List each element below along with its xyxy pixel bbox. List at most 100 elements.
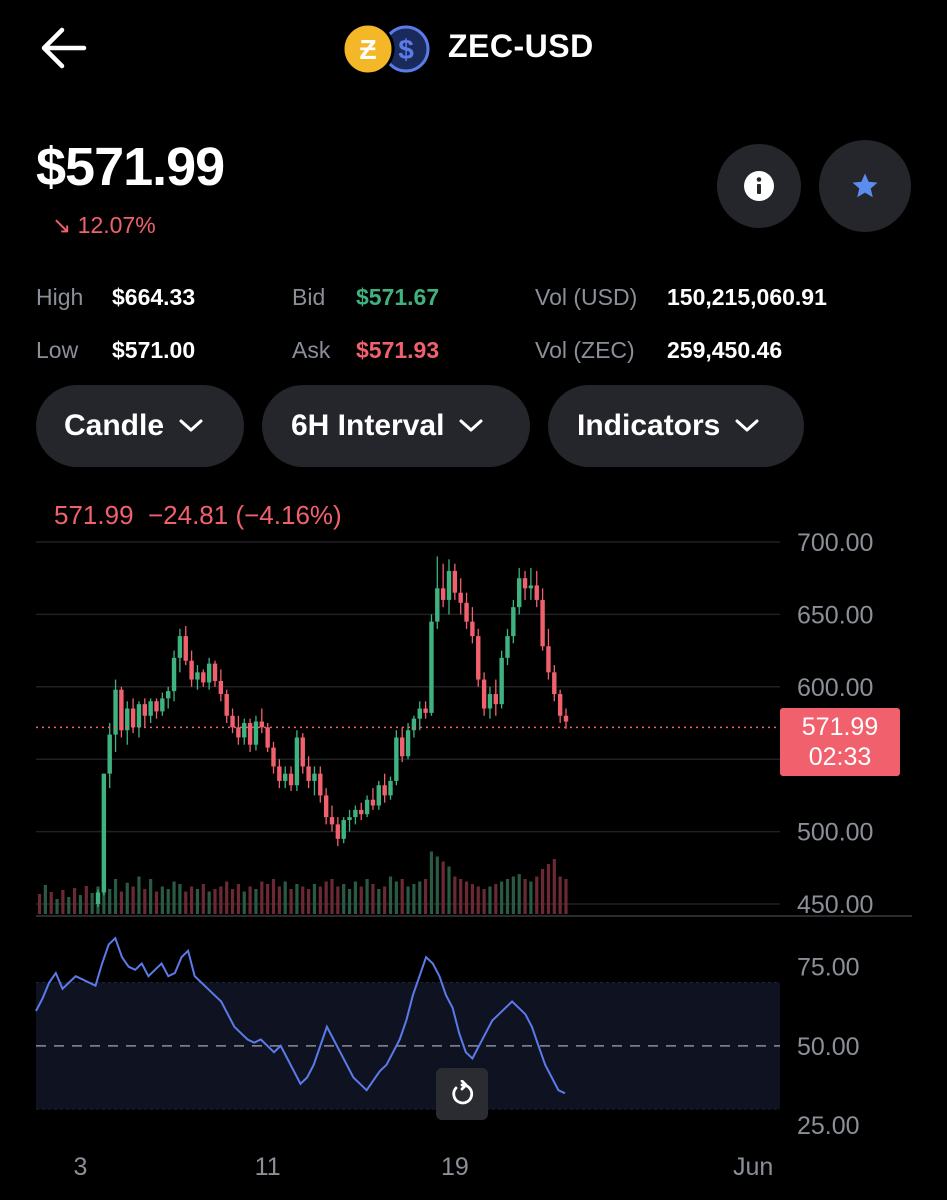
volume-bar [248,886,252,914]
candle-body [452,570,458,593]
volume-bar [266,884,270,914]
candle-body [130,708,136,728]
candle-body [382,785,387,796]
time-axis-label: Jun [733,1153,773,1181]
volume-bar [511,876,515,914]
volume-bar [184,891,188,914]
candle-body [230,715,235,728]
candle-body [335,824,341,839]
reset-icon [452,1080,474,1105]
candle-body [388,780,393,796]
volume-bar [388,876,393,914]
volume-bar [143,889,147,914]
candle-body [294,737,300,786]
candle-body [446,570,452,600]
candle-body [119,689,124,731]
candle-body [411,718,417,731]
volume-bar [505,879,510,914]
candle-body [370,799,376,806]
candle-body [206,663,212,683]
candle-body [212,663,218,682]
candle-body [546,646,551,673]
candle-body [136,704,142,728]
candle-body [376,785,381,806]
volume-bar [260,881,264,914]
volume-bar [67,897,71,914]
badge-countdown: 02:33 [808,743,872,771]
candle-body [522,578,528,589]
volume-bar [324,881,328,914]
candle-body [364,799,370,815]
candle-body [183,636,188,661]
volume-bar [535,876,539,914]
time-axis-label: 19 [441,1153,469,1181]
volume-bar [125,882,129,914]
volume-bar [131,886,135,914]
volume-bar [488,886,492,914]
volume-bar [541,869,545,914]
candle-body [306,766,311,781]
reset-chart-button[interactable] [436,1068,488,1120]
volume-bar [207,891,211,914]
volume-bar [330,879,334,914]
last-price-badge: 571.99 02:33 [780,708,900,776]
candle-body [201,672,206,683]
candle-body [300,737,305,767]
volume-bar [342,884,346,914]
volume-bar [242,891,246,914]
candle-body [540,599,545,647]
volume-bar [277,886,281,914]
volume-bar [113,879,118,914]
volume-bar [307,889,311,914]
candle-body [552,672,557,695]
volume-bar [394,881,398,914]
volume-bar [283,881,287,914]
volume-bar [383,886,387,914]
volume-bar [108,889,112,914]
candle-body [148,701,153,716]
candle-body [347,817,352,821]
volume-bar [564,879,568,914]
candle-body [329,817,335,825]
price-chart[interactable]: 700.00 650.00 600.00 500.00 450.00 75.00 50.00… [0,0,947,1200]
candle-body [359,809,364,815]
candle-body [534,585,539,600]
candle-body [171,657,177,692]
candle-body [517,578,522,608]
volume-bar [406,886,410,914]
candle-body [101,773,107,893]
rsi-axis-label: 50.00 [797,1033,860,1061]
candle-body [195,672,200,680]
candle-body [323,795,329,818]
volume-bar [301,886,305,914]
candle-body [142,704,147,716]
candle-body [160,698,165,712]
volume-bar [271,879,276,914]
volume-bar [318,886,322,914]
volume-bar [353,881,357,914]
volume-bar [459,879,463,914]
volume-bar [336,886,340,914]
volume-bar [43,885,47,914]
candle-body [166,691,171,699]
candle-body [400,737,405,757]
candle-body [242,723,247,738]
volume-bar [435,856,439,914]
volume-bar [137,876,141,914]
candle-body [189,660,194,680]
volume-bar [377,889,381,914]
price-axis-label: 700.00 [797,529,873,557]
volume-bar [312,884,317,914]
candle-body [259,721,264,728]
volume-bar [154,891,159,914]
volume-bar [482,889,486,914]
candle-body [440,588,446,600]
volume-bar [295,884,299,914]
candle-body [470,621,475,637]
volume-bar [37,894,42,914]
candle-body [435,588,440,622]
candle-body [265,727,270,748]
candle-body [154,701,159,712]
candle-body [511,607,516,637]
volume-bar [289,889,293,914]
